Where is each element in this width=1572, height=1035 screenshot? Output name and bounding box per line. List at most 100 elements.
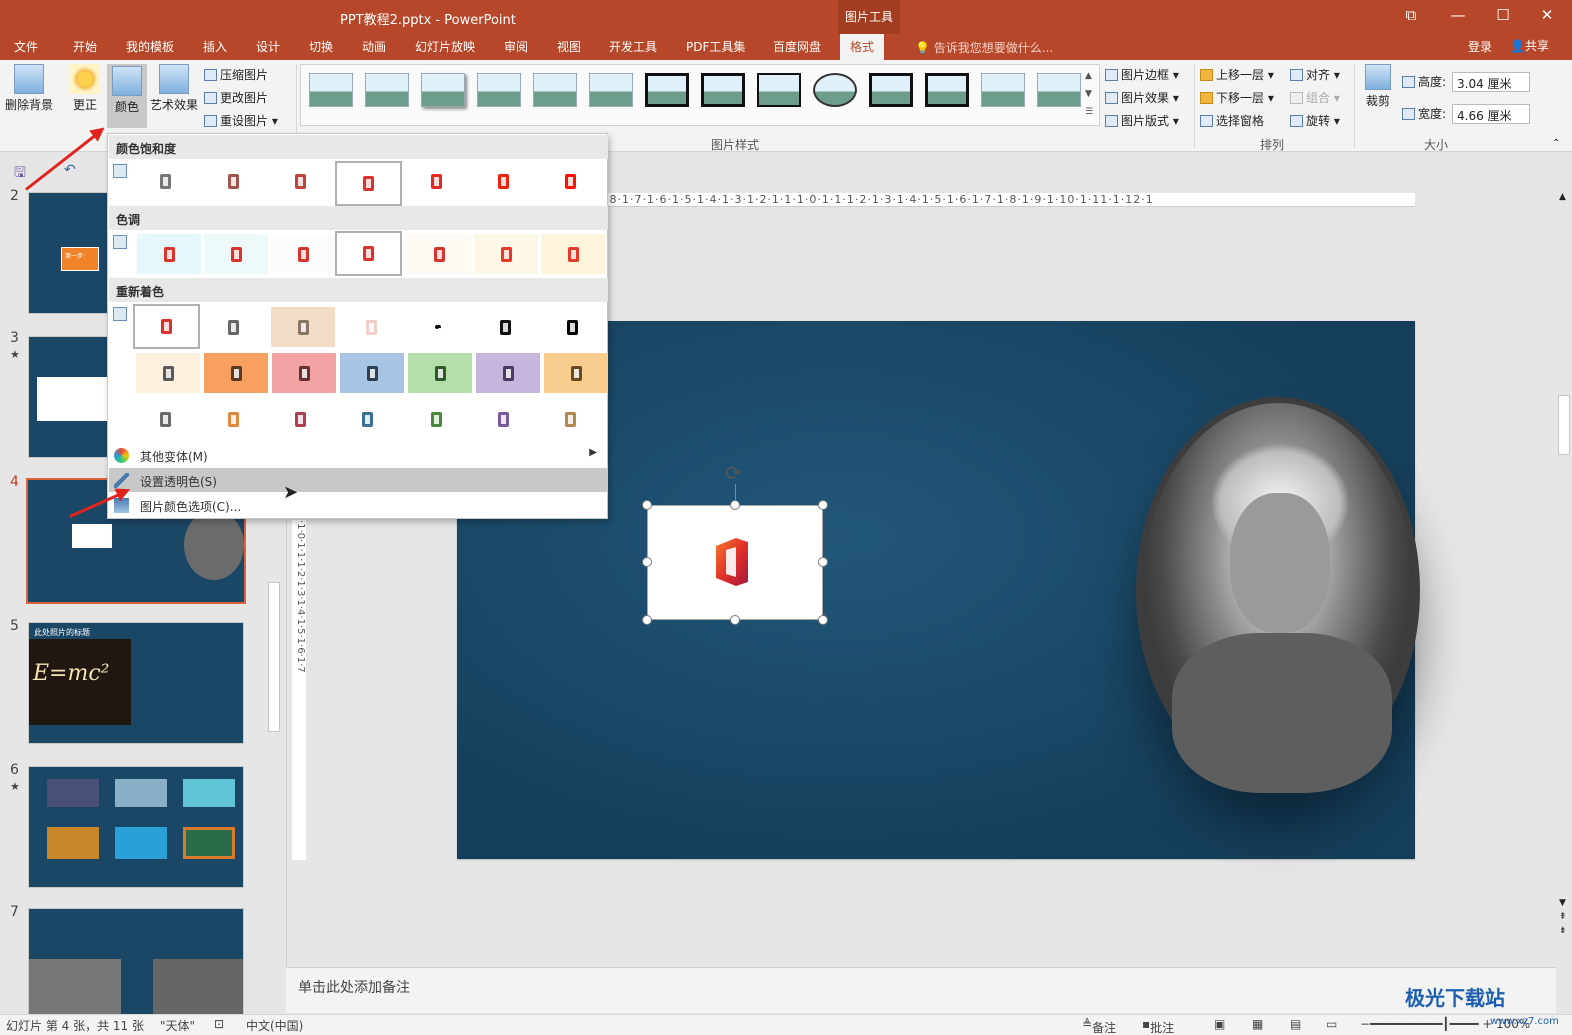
align-button[interactable]: 对齐 ▾ <box>1290 66 1340 83</box>
recolor-dark-6[interactable] <box>476 353 540 393</box>
picture-effects-button[interactable]: 图片效果 ▾ <box>1105 89 1179 106</box>
resize-handle-left[interactable] <box>642 557 652 567</box>
scroll-down-icon[interactable]: ▼ ⇞ ⇟ <box>1559 896 1567 938</box>
undo-icon[interactable]: ↶ <box>64 162 76 178</box>
picture-style-4[interactable] <box>477 73 521 107</box>
tab-developer[interactable]: 开发工具 <box>609 38 657 55</box>
tone-8800k[interactable] <box>474 234 538 274</box>
recolor-dark-7[interactable] <box>544 353 608 393</box>
recolor-sepia[interactable] <box>271 307 335 347</box>
language-status[interactable]: 中文(中国) <box>246 1017 303 1034</box>
tone-5900k[interactable] <box>271 234 335 274</box>
tone-7200k[interactable] <box>407 234 471 274</box>
recolor-bw-25[interactable] <box>406 307 470 347</box>
picture-style-9[interactable] <box>757 73 801 107</box>
recolor-dark-3[interactable] <box>272 353 336 393</box>
picture-style-10[interactable] <box>813 73 857 107</box>
picture-border-button[interactable]: 图片边框 ▾ <box>1105 66 1179 83</box>
more-variations-item[interactable]: 其他变体(M) ▶ <box>109 443 607 467</box>
corrections-button[interactable]: 更正 <box>66 64 104 113</box>
resize-handle-right[interactable] <box>818 557 828 567</box>
scroll-up-icon[interactable]: ▲ <box>1559 192 1566 202</box>
rotate-handle-icon[interactable]: ⟳ <box>725 461 742 485</box>
maximize-button[interactable]: ☐ <box>1488 6 1518 24</box>
tab-transitions[interactable]: 切换 <box>309 38 333 55</box>
close-button[interactable]: ✕ <box>1532 6 1562 24</box>
picture-style-2[interactable] <box>365 73 409 107</box>
tab-file[interactable]: 文件 <box>14 38 38 55</box>
resize-handle-top-right[interactable] <box>818 500 828 510</box>
tab-animations[interactable]: 动画 <box>362 38 386 55</box>
scroll-thumb[interactable] <box>268 582 280 732</box>
picture-style-3[interactable] <box>421 73 465 107</box>
tone-6500k-selected[interactable] <box>335 231 402 276</box>
width-field[interactable]: 4.66 厘米 <box>1452 104 1530 124</box>
tab-pdf-tools[interactable]: PDF工具集 <box>686 38 745 55</box>
saturation-200[interactable] <box>404 161 468 201</box>
reset-picture-button[interactable]: 重设图片 ▾ <box>204 112 278 129</box>
saturation-0[interactable] <box>133 161 197 201</box>
picture-style-1[interactable] <box>309 73 353 107</box>
slide-thumbnail-5[interactable]: 此处照片的标题 E=mc² <box>28 622 244 744</box>
recolor-light-3[interactable] <box>268 399 332 439</box>
picture-layout-button[interactable]: 图片版式 ▾ <box>1105 112 1179 129</box>
recolor-bw-50[interactable] <box>473 307 537 347</box>
minimize-button[interactable]: — <box>1443 6 1473 24</box>
gallery-scroll-icon[interactable]: ▲ ▼ ☰ <box>1085 67 1093 121</box>
picture-style-13[interactable] <box>981 73 1025 107</box>
saturation-66[interactable] <box>268 161 332 201</box>
recolor-washout[interactable] <box>339 307 403 347</box>
slide-thumbnail-7[interactable] <box>28 908 244 1030</box>
editor-vertical-scrollbar[interactable]: ▲ ▼ ⇞ ⇟ <box>1556 190 1572 950</box>
recolor-light-5[interactable] <box>404 399 468 439</box>
recolor-dark-5[interactable] <box>408 353 472 393</box>
tone-5300k[interactable] <box>204 234 268 274</box>
recolor-light-6[interactable] <box>471 399 535 439</box>
picture-style-8[interactable] <box>701 73 745 107</box>
saturation-400[interactable] <box>538 161 602 201</box>
slide-thumbnail-6[interactable] <box>28 766 244 888</box>
picture-style-14[interactable] <box>1037 73 1081 107</box>
picture-style-11[interactable] <box>869 73 913 107</box>
save-icon[interactable]: 🖫 <box>14 162 26 186</box>
recolor-dark-2[interactable] <box>204 353 268 393</box>
tab-home[interactable]: 开始 <box>73 38 97 55</box>
tab-insert[interactable]: 插入 <box>203 38 227 55</box>
tab-format[interactable]: 格式 <box>840 34 885 60</box>
tab-design[interactable]: 设计 <box>256 38 280 55</box>
recolor-light-1[interactable] <box>133 399 197 439</box>
recolor-light-7[interactable] <box>538 399 602 439</box>
rotate-button[interactable]: 旋转 ▾ <box>1290 112 1340 129</box>
login-link[interactable]: 登录 <box>1468 38 1492 55</box>
compress-pictures-button[interactable]: 压缩图片 <box>204 66 268 83</box>
tone-4700k[interactable] <box>137 234 201 274</box>
send-backward-button[interactable]: 下移一层 ▾ <box>1200 89 1274 106</box>
remove-background-button[interactable]: 删除背景 <box>4 64 54 113</box>
selected-office-logo-picture[interactable] <box>647 505 823 620</box>
picture-color-options-item[interactable]: 图片颜色选项(C)... <box>109 493 607 517</box>
crop-button[interactable]: 裁剪 <box>1362 64 1394 109</box>
set-transparent-color-item[interactable]: 设置透明色(S) <box>109 468 607 492</box>
tab-view[interactable]: 视图 <box>557 38 581 55</box>
resize-handle-bottom-left[interactable] <box>642 615 652 625</box>
bring-forward-button[interactable]: 上移一层 ▾ <box>1200 66 1274 83</box>
resize-handle-bottom[interactable] <box>730 615 740 625</box>
recolor-bw-75[interactable] <box>540 307 604 347</box>
resize-handle-top[interactable] <box>730 500 740 510</box>
tell-me-search[interactable]: 💡 告诉我您想要做什么... <box>915 39 1053 56</box>
slide-sorter-icon[interactable]: ▦ <box>1252 1017 1263 1031</box>
tone-11200k[interactable] <box>541 234 605 274</box>
group-button[interactable]: 组合 ▾ <box>1290 89 1340 106</box>
selection-pane-button[interactable]: 选择窗格 <box>1200 112 1264 129</box>
height-field[interactable]: 3.04 厘米 <box>1452 72 1530 92</box>
reading-view-icon[interactable]: ▤ <box>1290 1017 1301 1031</box>
recolor-none-selected[interactable] <box>133 304 200 349</box>
share-button[interactable]: 👤共享 <box>1510 37 1549 54</box>
recolor-dark-4[interactable] <box>340 353 404 393</box>
picture-style-12[interactable] <box>925 73 969 107</box>
ribbon-display-options-icon[interactable]: ⧉ <box>1396 6 1426 24</box>
portrait-image[interactable] <box>1136 397 1420 793</box>
recolor-light-2[interactable] <box>201 399 265 439</box>
resize-handle-top-left[interactable] <box>642 500 652 510</box>
picture-style-7[interactable] <box>645 73 689 107</box>
